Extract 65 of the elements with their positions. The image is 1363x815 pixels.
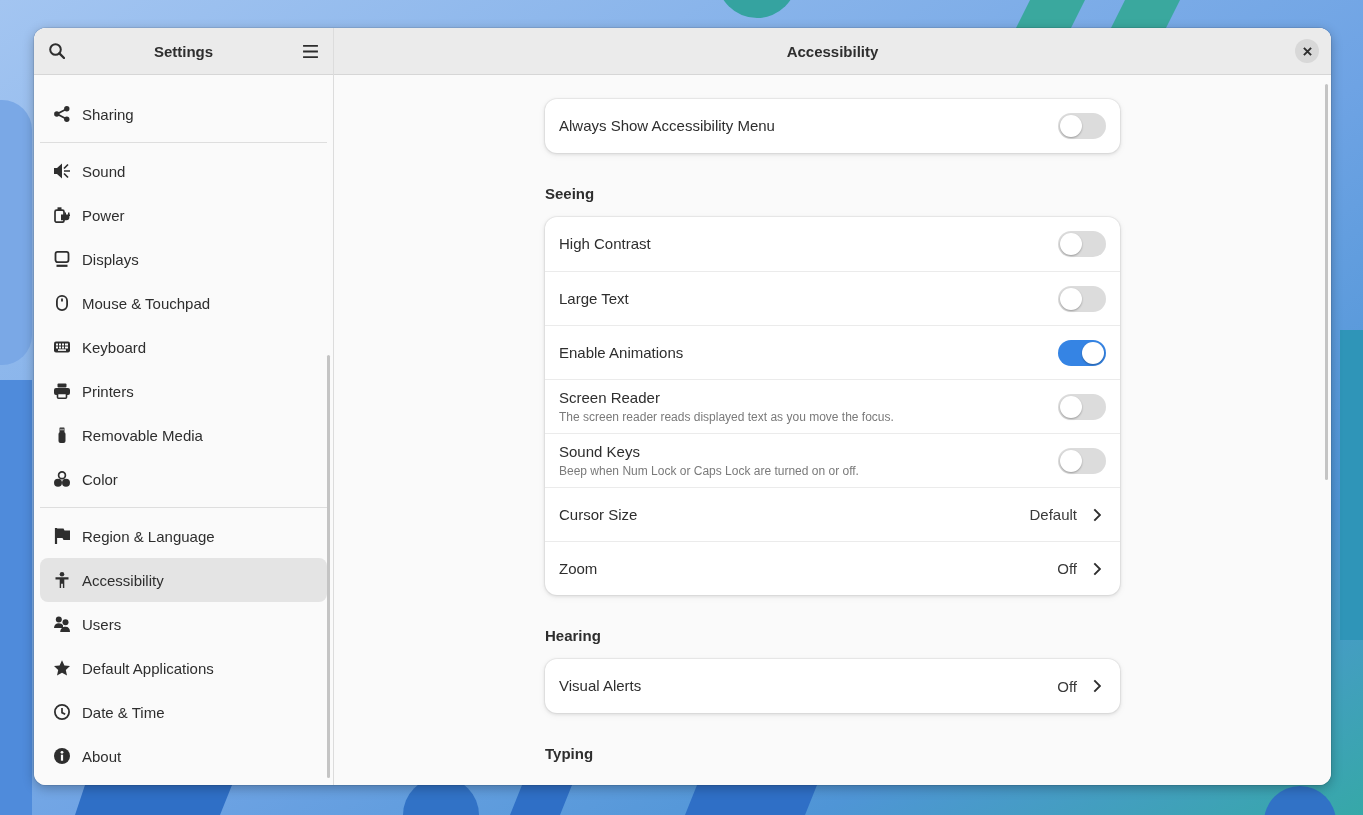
row-title: High Contrast	[559, 235, 651, 253]
row-value: Off	[1057, 677, 1077, 695]
row-value: Default	[1029, 506, 1077, 523]
info-icon	[54, 748, 70, 764]
toggle-switch[interactable]	[1058, 339, 1106, 366]
toggle-switch[interactable]	[1058, 231, 1106, 257]
row-subtitle: Beep when Num Lock or Caps Lock are turned on or off.	[559, 463, 859, 479]
sidebar-item[interactable]: Users	[40, 602, 327, 646]
search-icon	[49, 43, 65, 59]
speaker-icon	[54, 163, 70, 179]
toggle-switch[interactable]	[1058, 393, 1106, 420]
scrollbar-thumb[interactable]	[327, 355, 330, 778]
sidebar-item[interactable]: Printers	[40, 369, 327, 413]
flag-icon	[54, 528, 70, 544]
row-title: Visual Alerts	[559, 677, 642, 695]
chevron-icon	[1093, 561, 1101, 576]
row-title: Enable Animations	[559, 343, 684, 362]
clock-icon	[54, 704, 70, 720]
users-icon	[54, 616, 70, 632]
sidebar-item[interactable]: Date & Time	[40, 690, 327, 734]
mouse-icon	[54, 295, 70, 311]
row-title: Large Text	[559, 289, 629, 308]
close-icon	[1302, 46, 1312, 56]
chevron-icon	[1093, 679, 1101, 693]
section-heading: Seeing	[545, 184, 596, 204]
section-heading: Typing	[545, 744, 595, 764]
chevron-icon	[1093, 507, 1101, 522]
sidebar-title: Settings	[153, 42, 214, 60]
row-subtitle: The screen reader reads displayed text as you move the focus.	[559, 409, 894, 425]
row-value: Off	[1057, 560, 1077, 577]
printer-icon	[54, 383, 70, 399]
wallpaper-stripe	[1015, 0, 1085, 30]
toggle-switch[interactable]	[1058, 447, 1106, 474]
monitor-icon	[54, 251, 70, 267]
row-title: Sound Keys	[559, 442, 640, 461]
battery-icon	[54, 207, 70, 223]
close-button[interactable]	[1295, 39, 1319, 63]
row-title: Always Show Accessibility Menu	[559, 117, 775, 135]
person-icon	[54, 572, 70, 588]
toggle-switch[interactable]	[1058, 113, 1106, 139]
sidebar-item[interactable]: Sharing	[40, 92, 327, 136]
sidebar-item[interactable]: Displays	[40, 237, 327, 281]
sidebar-item[interactable]: Sound	[40, 149, 327, 193]
sidebar-item[interactable]: Color	[40, 457, 327, 501]
sidebar-item[interactable]: Region & Language	[40, 514, 327, 558]
row-title: Zoom	[559, 559, 598, 578]
sidebar-item[interactable]: Mouse & Touchpad	[40, 281, 327, 325]
row-title: Screen Reader	[559, 388, 660, 407]
menu-icon	[302, 44, 318, 58]
page-title: Accessibility	[786, 42, 879, 60]
share-icon	[54, 106, 70, 122]
keyboard-icon	[54, 339, 70, 355]
sidebar-item[interactable]: Keyboard	[40, 325, 327, 369]
section-heading: Hearing	[545, 626, 602, 646]
sidebar-item[interactable]: Removable Media	[40, 413, 327, 457]
sidebar-item[interactable]: Default Applications	[40, 646, 327, 690]
sidebar-item[interactable]: Accessibility	[40, 558, 327, 602]
sidebar-item[interactable]: Power	[40, 193, 327, 237]
toggle-switch[interactable]	[1058, 285, 1106, 312]
row-title: Cursor Size	[559, 505, 638, 524]
circles-icon	[54, 471, 70, 487]
wallpaper-stripe	[1110, 0, 1180, 30]
scrollbar-thumb[interactable]	[1325, 84, 1328, 480]
sidebar-item[interactable]: About	[40, 734, 327, 778]
star-icon	[54, 660, 70, 676]
